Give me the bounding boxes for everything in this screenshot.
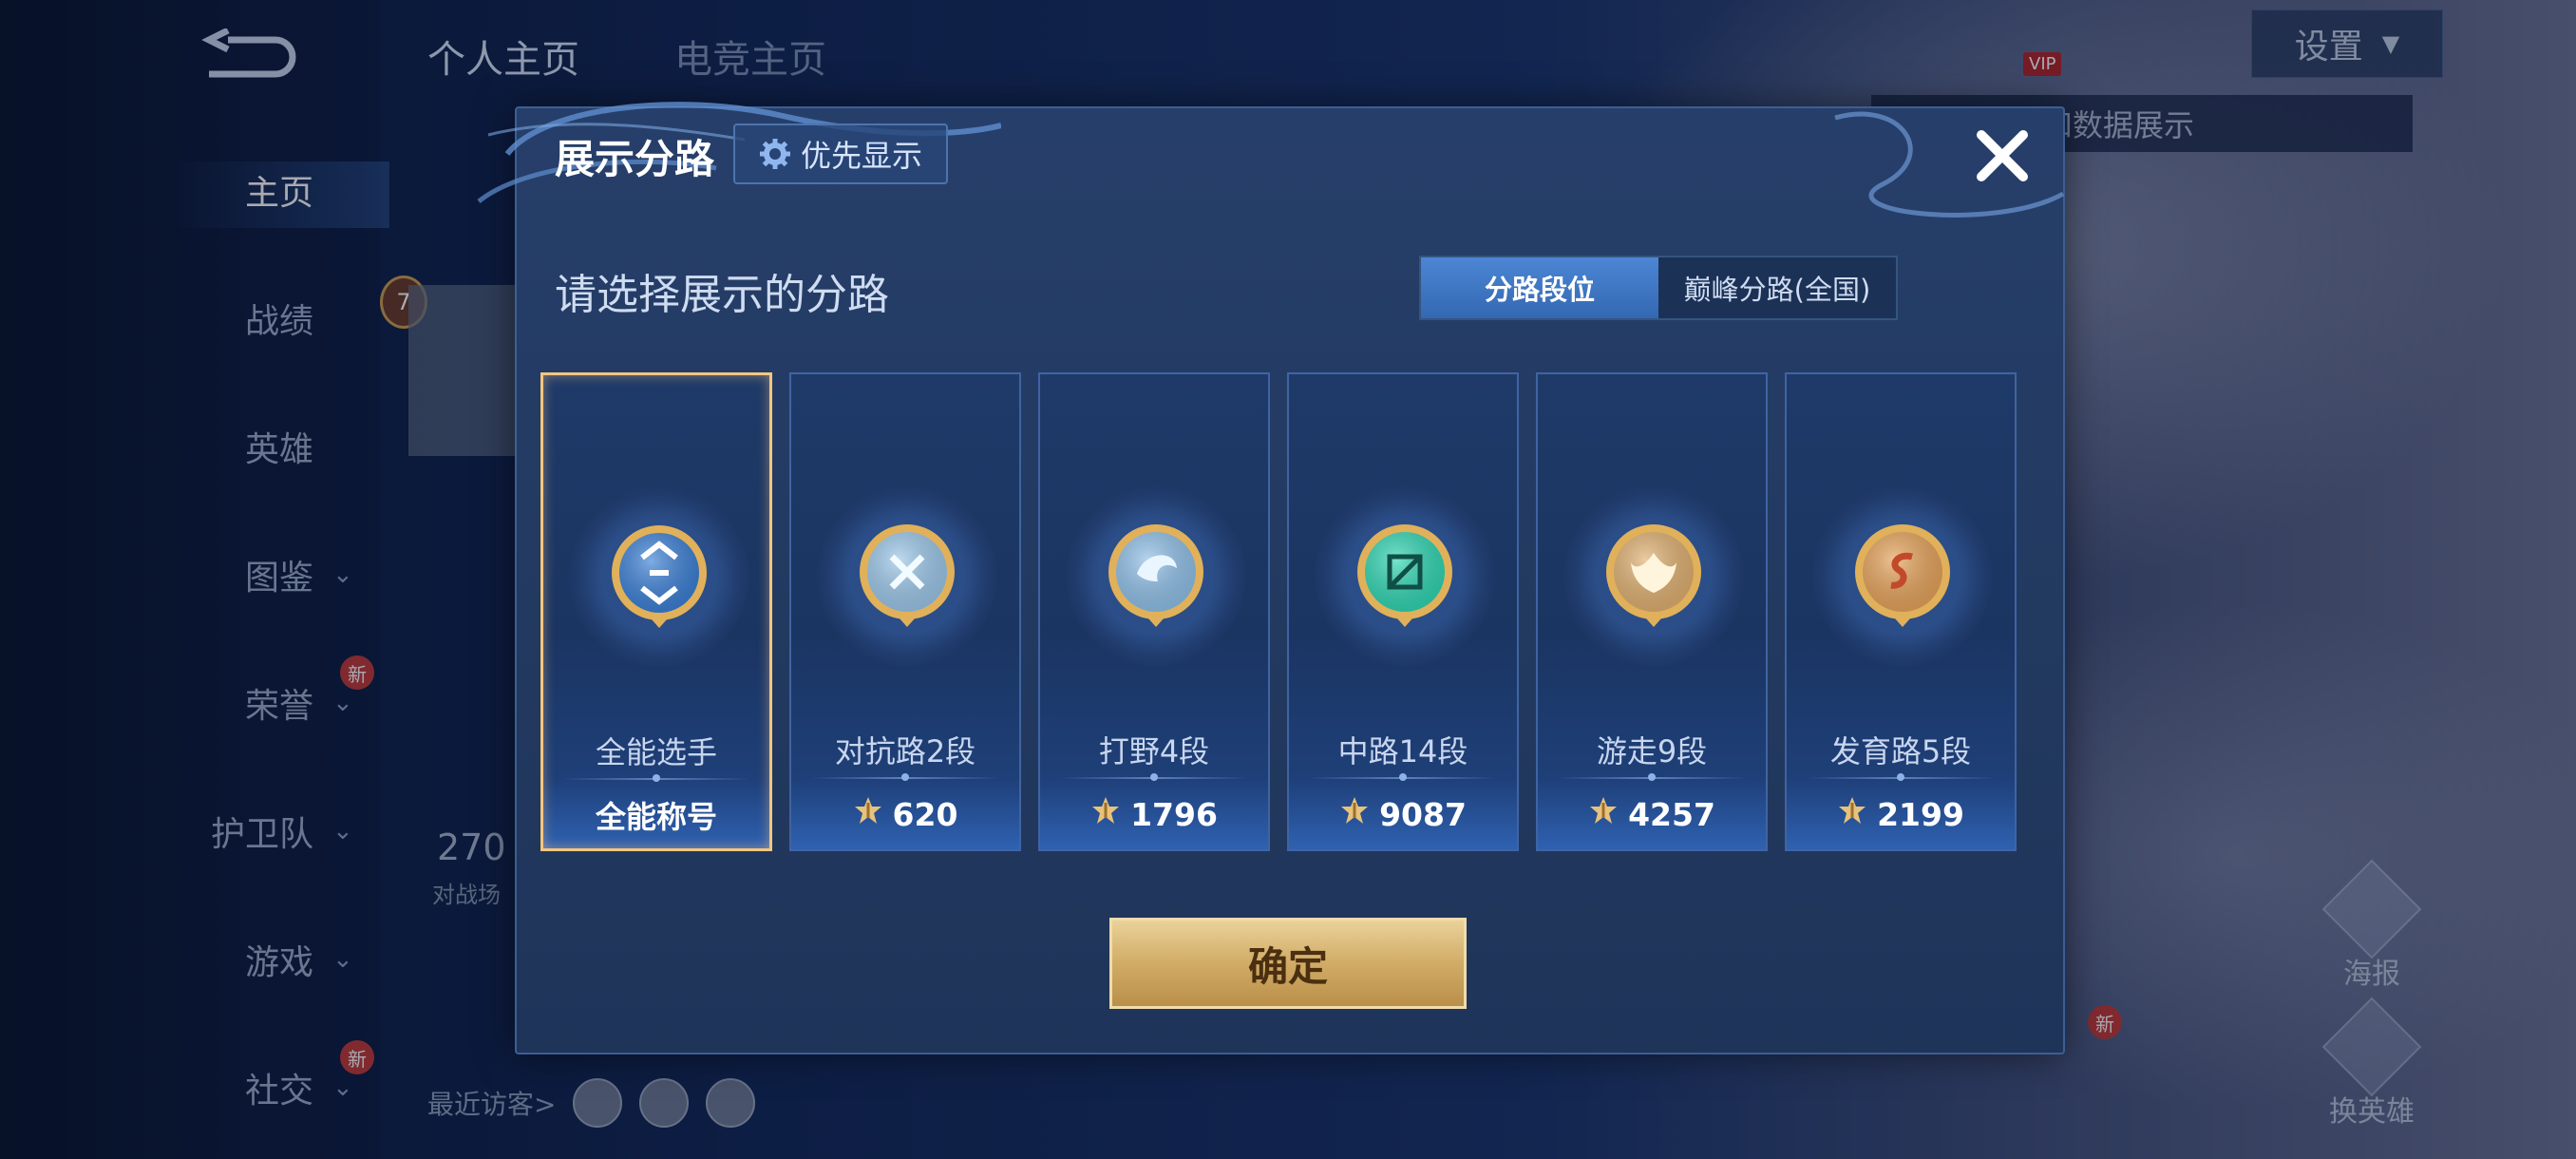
clash-lane-emblem-icon bbox=[850, 515, 964, 648]
lane-score-value: 1796 bbox=[1130, 795, 1218, 833]
rank-points-icon bbox=[1837, 795, 1867, 833]
priority-display-label: 优先显示 bbox=[800, 138, 922, 174]
lane-score-value: 2199 bbox=[1877, 795, 1964, 833]
divider bbox=[1557, 773, 1747, 781]
lane-score: 620 bbox=[791, 790, 1019, 838]
roam-emblem-icon bbox=[1597, 515, 1711, 648]
divider bbox=[1806, 773, 1996, 781]
lane-name: 对抗路2段 bbox=[834, 733, 976, 770]
lane-name: 全能选手 bbox=[595, 734, 717, 770]
divider bbox=[810, 773, 1000, 781]
lane-card-list: 全能选手 全能称号 对抗路2段 620 打野4段 1796 中路14段 9087 游走9段 425… bbox=[540, 372, 2017, 851]
jungle-emblem-icon bbox=[1099, 515, 1213, 648]
lane-mode-toggle: 分路段位 巅峰分路(全国) bbox=[1419, 256, 1898, 320]
lane-score-value: 全能称号 bbox=[595, 799, 717, 835]
lane-card[interactable]: 游走9段 4257 bbox=[1536, 372, 1768, 851]
lane-name: 中路14段 bbox=[1337, 733, 1468, 770]
dialog-subtitle: 请选择展示的分路 bbox=[555, 271, 889, 319]
lane-card[interactable]: 中路14段 9087 bbox=[1287, 372, 1519, 851]
mid-lane-emblem-icon bbox=[1348, 515, 1462, 648]
lane-name: 游走9段 bbox=[1596, 733, 1708, 770]
lane-card[interactable]: 全能选手 全能称号 bbox=[540, 372, 772, 851]
priority-display-button[interactable]: 优先显示 bbox=[733, 124, 948, 184]
rank-points-icon bbox=[1588, 795, 1619, 833]
rank-points-icon bbox=[853, 795, 883, 833]
confirm-label: 确定 bbox=[1247, 942, 1328, 990]
divider bbox=[1059, 773, 1249, 781]
lane-score: 1796 bbox=[1040, 790, 1268, 838]
farm-lane-emblem-icon bbox=[1846, 515, 1960, 648]
toggle-lane-rank[interactable]: 分路段位 bbox=[1421, 257, 1658, 318]
toggle-peak-lane-national[interactable]: 巅峰分路(全国) bbox=[1658, 257, 1896, 318]
close-button[interactable] bbox=[1968, 122, 2036, 190]
lane-score: 4257 bbox=[1538, 790, 1766, 838]
gear-icon bbox=[759, 139, 790, 169]
dialog-title: 展示分路 bbox=[555, 136, 715, 182]
lane-score-value: 9087 bbox=[1379, 795, 1467, 833]
lane-name: 发育路5段 bbox=[1829, 733, 1972, 770]
lane-score-value: 4257 bbox=[1628, 795, 1715, 833]
lane-score-value: 620 bbox=[892, 795, 958, 833]
lane-card[interactable]: 打野4段 1796 bbox=[1038, 372, 1270, 851]
confirm-button[interactable]: 确定 bbox=[1109, 918, 1467, 1009]
lane-display-dialog: 展示分路 优先显示 请选择展示的分路 分路段位 巅峰分路(全国) 全能选手全能称… bbox=[477, 102, 2065, 1054]
lane-score: 9087 bbox=[1289, 790, 1517, 838]
lane-name: 打野4段 bbox=[1098, 733, 1210, 770]
rank-points-icon bbox=[1090, 795, 1121, 833]
divider bbox=[562, 774, 750, 782]
lane-card[interactable]: 发育路5段 2199 bbox=[1785, 372, 2017, 851]
lane-score: 全能称号 bbox=[543, 791, 769, 839]
divider bbox=[1308, 773, 1498, 781]
lane-card[interactable]: 对抗路2段 620 bbox=[789, 372, 1021, 851]
close-icon bbox=[1977, 130, 2028, 181]
lane-score: 2199 bbox=[1787, 790, 2015, 838]
rank-points-icon bbox=[1339, 795, 1370, 833]
all-round-emblem-icon bbox=[602, 516, 716, 649]
